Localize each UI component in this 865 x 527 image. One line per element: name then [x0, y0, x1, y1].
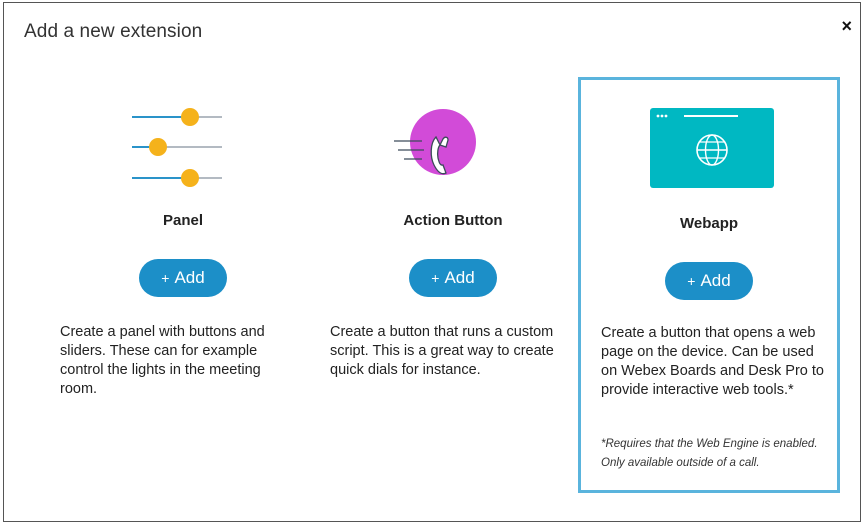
phone-icon	[322, 95, 584, 195]
webapp-title: Webapp	[679, 215, 739, 232]
plus-icon: +	[161, 270, 170, 286]
webapp-requirement-note: *Requires that the Web Engine is enabled…	[601, 438, 818, 469]
plus-icon: +	[431, 270, 440, 286]
panel-card[interactable]: Panel + Add Create a panel with buttons …	[52, 77, 314, 493]
webapp-card[interactable]: Webapp + Add Create a button that opens …	[578, 77, 840, 493]
action-button-description: Create a button that runs a custom scrip…	[330, 324, 554, 378]
add-panel-button[interactable]: + Add	[139, 259, 227, 297]
panel-description: Create a panel with buttons and sliders.…	[60, 324, 265, 397]
add-label: Add	[700, 271, 731, 290]
sliders-icon	[52, 95, 314, 195]
add-extension-dialog: Add a new extension × Panel + Add Create…	[3, 2, 861, 522]
action-button-title: Action Button	[403, 212, 503, 229]
plus-icon: +	[687, 273, 696, 289]
add-action-button[interactable]: + Add	[409, 259, 497, 297]
panel-title: Panel	[162, 212, 204, 229]
dialog-title: Add a new extension	[24, 21, 203, 42]
browser-globe-icon	[581, 98, 837, 198]
add-label: Add	[174, 268, 205, 287]
close-icon[interactable]: ×	[841, 17, 852, 35]
add-label: Add	[444, 268, 475, 287]
action-button-card[interactable]: Action Button + Add Create a button that…	[322, 77, 584, 493]
webapp-description: Create a button that opens a web page on…	[601, 325, 824, 398]
add-webapp-button[interactable]: + Add	[665, 262, 753, 300]
